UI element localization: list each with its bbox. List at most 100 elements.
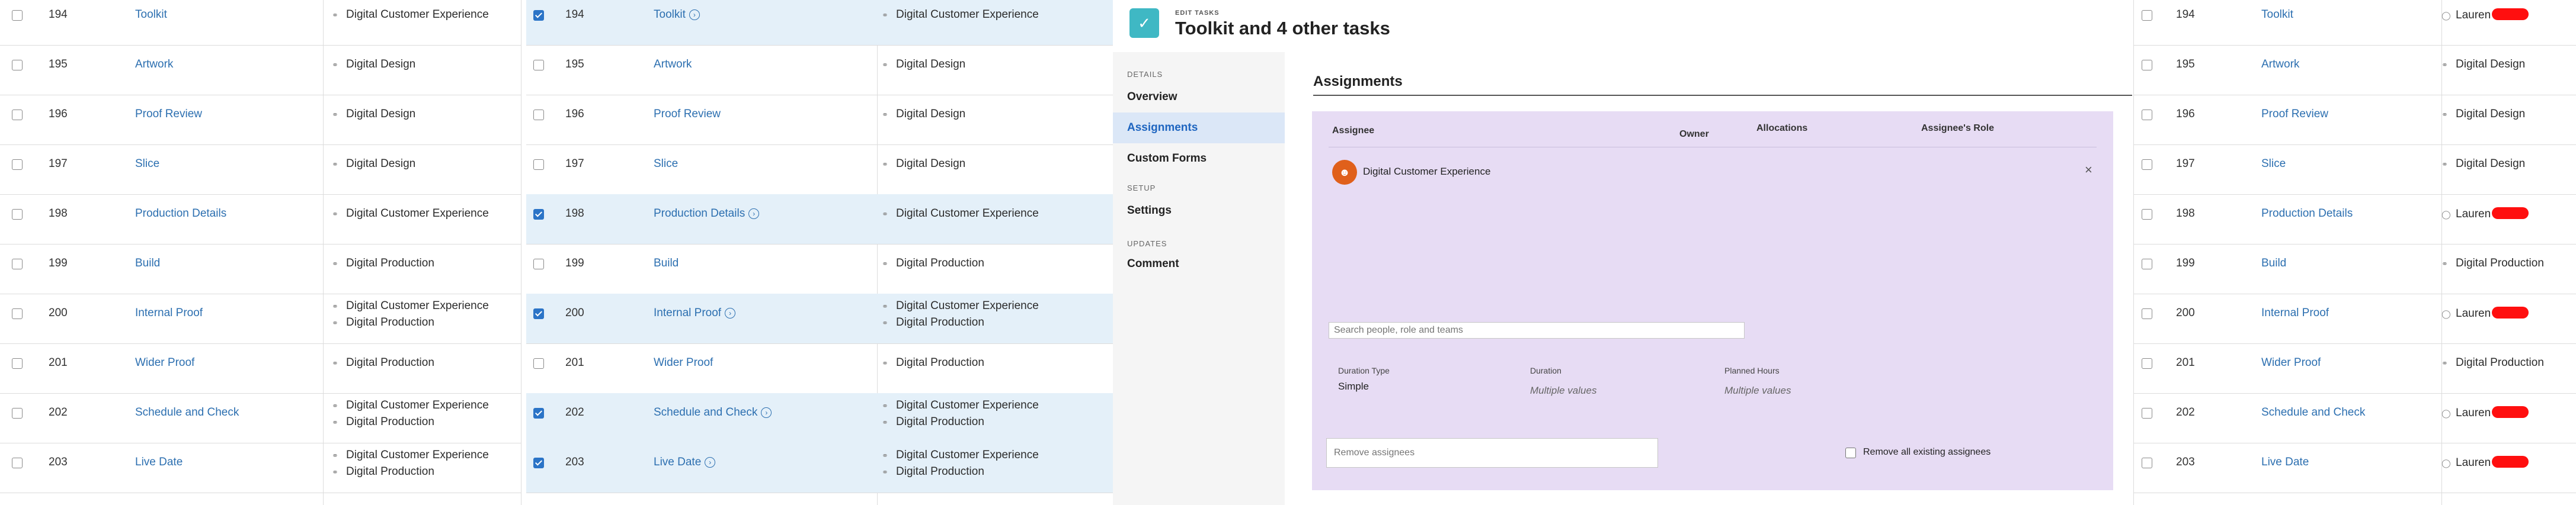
task-name[interactable]: Internal Proof (654, 307, 721, 319)
task-name[interactable]: Proof Review (135, 108, 202, 120)
row-checkbox[interactable] (2142, 308, 2152, 319)
task-name-link[interactable]: Production Details (2261, 207, 2353, 220)
task-name[interactable]: Wider Proof (2261, 356, 2321, 369)
task-name[interactable]: Schedule and Check (2261, 406, 2365, 419)
row-checkbox[interactable] (533, 358, 544, 369)
row-checkbox[interactable] (12, 159, 23, 170)
task-name-link[interactable]: Wider Proof (654, 356, 713, 369)
nav-item-assignments[interactable]: Assignments (1113, 112, 1285, 143)
row-checkbox[interactable] (533, 10, 544, 21)
row-checkbox[interactable] (12, 458, 23, 468)
remove-assignees-field[interactable] (1326, 438, 1658, 468)
task-name[interactable]: Wider Proof (135, 356, 194, 369)
row-checkbox[interactable] (2142, 110, 2152, 120)
row-checkbox[interactable] (533, 458, 544, 468)
arrow-circle-right-icon[interactable]: › (761, 407, 772, 418)
task-name-link[interactable]: Internal Proof (2261, 307, 2329, 320)
row-checkbox[interactable] (2142, 358, 2152, 369)
task-name[interactable]: Artwork (654, 58, 692, 70)
task-name-link[interactable]: Slice (135, 157, 159, 171)
task-name[interactable]: Live Date (135, 456, 183, 468)
task-name-link[interactable]: Artwork (135, 58, 173, 71)
task-name[interactable]: Build (135, 257, 160, 269)
task-name[interactable]: Toolkit (2261, 8, 2293, 21)
row-checkbox[interactable] (12, 209, 23, 220)
task-name-link[interactable]: Internal Proof (135, 307, 203, 320)
task-name[interactable]: Toolkit (654, 8, 686, 21)
task-name[interactable]: Production Details (135, 207, 226, 220)
task-name-link[interactable]: Slice (2261, 157, 2286, 171)
task-name[interactable]: Production Details (654, 207, 745, 220)
row-checkbox[interactable] (533, 259, 544, 269)
task-name[interactable]: Slice (654, 157, 678, 170)
task-name-link[interactable]: Proof Review (654, 108, 721, 121)
close-icon[interactable]: × (2085, 162, 2092, 178)
task-name-link[interactable]: Production Details (135, 207, 226, 220)
remove-all-checkbox[interactable] (1845, 448, 1856, 458)
row-checkbox[interactable] (12, 60, 23, 70)
row-checkbox[interactable] (2142, 209, 2152, 220)
arrow-circle-right-icon[interactable]: › (689, 9, 700, 20)
task-name-link[interactable]: Wider Proof (135, 356, 194, 369)
row-checkbox[interactable] (12, 408, 23, 419)
task-name-link[interactable]: Slice (654, 157, 678, 171)
row-checkbox[interactable] (2142, 60, 2152, 70)
row-checkbox[interactable] (2142, 408, 2152, 419)
task-name-link[interactable]: Proof Review (2261, 108, 2328, 121)
arrow-circle-right-icon[interactable]: › (748, 208, 760, 219)
task-name-link[interactable]: Live Date › (654, 456, 716, 469)
row-checkbox[interactable] (533, 110, 544, 120)
search-input[interactable] (1329, 322, 1745, 339)
task-name-link[interactable]: Artwork (654, 58, 692, 71)
arrow-circle-right-icon[interactable]: › (705, 457, 716, 468)
nav-item-custom-forms[interactable]: Custom Forms (1113, 143, 1285, 174)
row-checkbox[interactable] (2142, 159, 2152, 170)
task-name[interactable]: Wider Proof (654, 356, 713, 369)
task-name-link[interactable]: Internal Proof › (654, 307, 736, 320)
row-checkbox[interactable] (2142, 259, 2152, 269)
task-name[interactable]: Internal Proof (2261, 307, 2329, 319)
row-checkbox[interactable] (12, 259, 23, 269)
task-name-link[interactable]: Toolkit (2261, 8, 2293, 21)
task-name-link[interactable]: Artwork (2261, 58, 2299, 71)
task-name[interactable]: Live Date (654, 456, 701, 468)
task-name-link[interactable]: Build (2261, 257, 2286, 270)
task-name-link[interactable]: Live Date (2261, 456, 2309, 469)
task-name-link[interactable]: Schedule and Check › (654, 406, 772, 419)
task-name-link[interactable]: Build (135, 257, 160, 270)
task-name[interactable]: Schedule and Check (135, 406, 239, 419)
row-checkbox[interactable] (12, 358, 23, 369)
task-name[interactable]: Schedule and Check (654, 406, 757, 419)
row-checkbox[interactable] (533, 408, 544, 419)
row-checkbox[interactable] (12, 308, 23, 319)
task-name[interactable]: Proof Review (2261, 108, 2328, 120)
row-checkbox[interactable] (533, 60, 544, 70)
task-name[interactable]: Proof Review (654, 108, 721, 120)
row-checkbox[interactable] (533, 159, 544, 170)
task-name[interactable]: Internal Proof (135, 307, 203, 319)
task-name[interactable]: Artwork (135, 58, 173, 70)
task-name-link[interactable]: Schedule and Check (135, 406, 239, 419)
task-name-link[interactable]: Toolkit › (654, 8, 700, 21)
task-name[interactable]: Slice (135, 157, 159, 170)
planned-hours-value[interactable]: Multiple values (1724, 385, 1791, 397)
task-name-link[interactable]: Production Details › (654, 207, 760, 220)
row-checkbox[interactable] (12, 110, 23, 120)
task-name-link[interactable]: Live Date (135, 456, 183, 469)
task-name[interactable]: Build (654, 257, 679, 269)
row-checkbox[interactable] (2142, 458, 2152, 468)
nav-item-overview[interactable]: Overview (1113, 82, 1285, 112)
row-checkbox[interactable] (533, 308, 544, 319)
row-checkbox[interactable] (533, 209, 544, 220)
task-name[interactable]: Slice (2261, 157, 2286, 170)
task-name-link[interactable]: Wider Proof (2261, 356, 2321, 369)
task-name-link[interactable]: Schedule and Check (2261, 406, 2365, 419)
arrow-circle-right-icon[interactable]: › (725, 308, 736, 319)
row-checkbox[interactable] (12, 10, 23, 21)
task-name-link[interactable]: Proof Review (135, 108, 202, 121)
task-name[interactable]: Build (2261, 257, 2286, 269)
nav-item-settings[interactable]: Settings (1113, 195, 1285, 226)
row-checkbox[interactable] (2142, 10, 2152, 21)
task-name-link[interactable]: Toolkit (135, 8, 167, 21)
task-name[interactable]: Artwork (2261, 58, 2299, 70)
